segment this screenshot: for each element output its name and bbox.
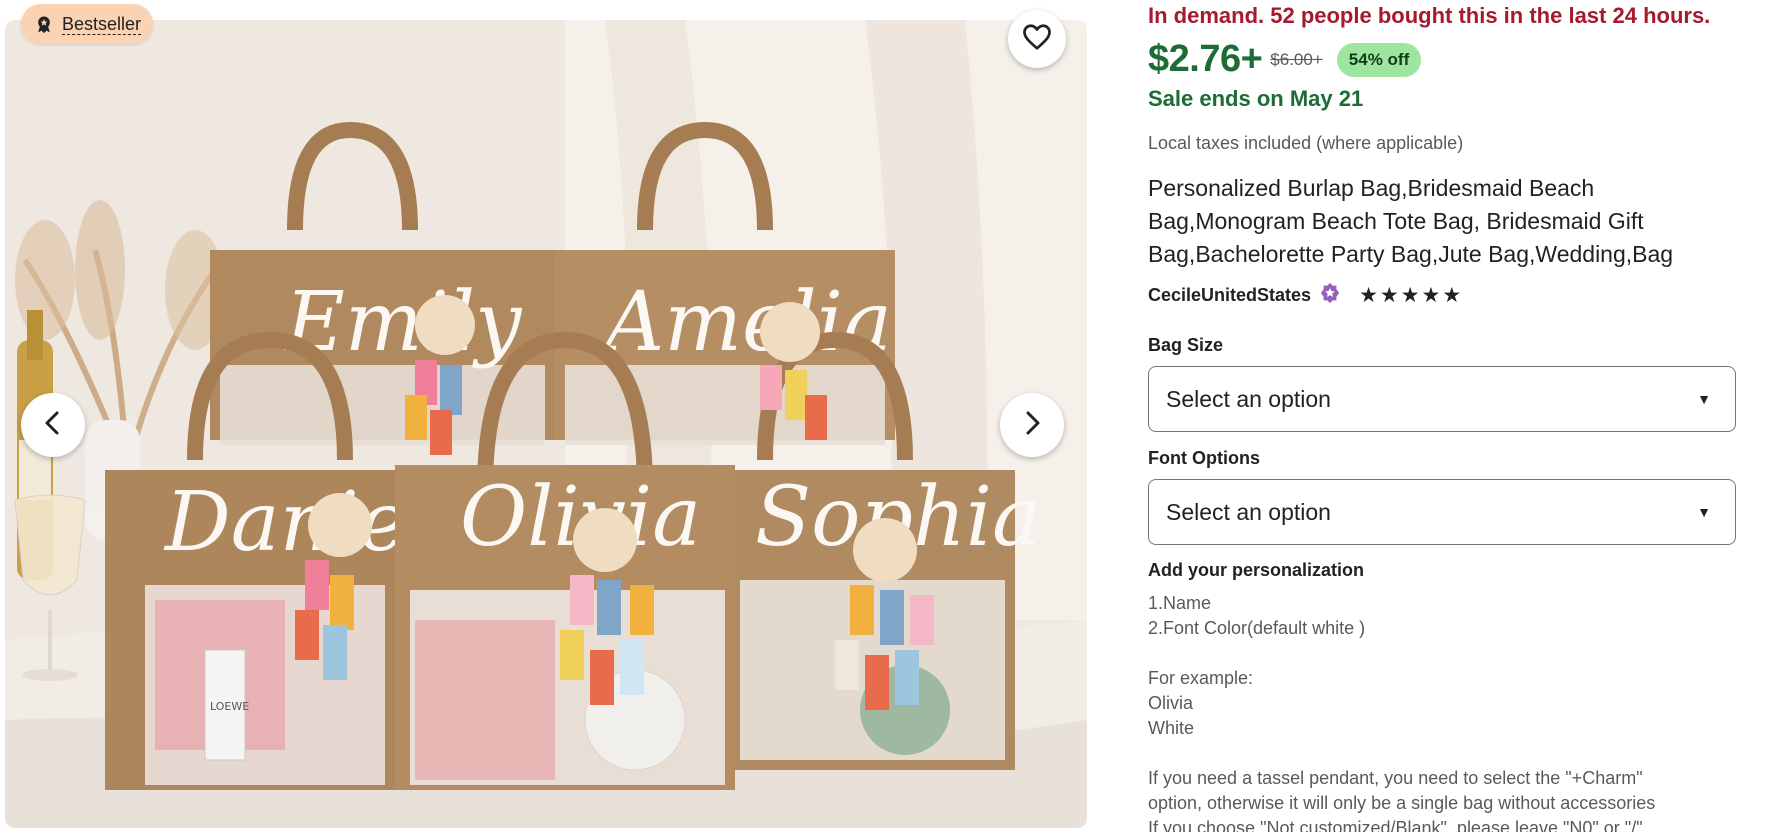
instruction-line xyxy=(1148,741,1738,766)
perfume-label: LOEWE xyxy=(210,700,249,713)
shop-rating-stars[interactable]: ★ ★ ★ ★ ★ xyxy=(1359,285,1461,306)
bag-size-select[interactable]: Select an option ▼ xyxy=(1148,366,1736,432)
personalization-instructions: 1.Name 2.Font Color(default white ) For … xyxy=(1148,591,1738,832)
original-price: $6.00+ xyxy=(1270,49,1323,69)
star-icon: ★ xyxy=(1359,284,1378,307)
favorite-button[interactable] xyxy=(1008,10,1066,68)
bag-name-text: Daniel xyxy=(163,475,433,570)
chevron-left-icon xyxy=(42,410,64,441)
image-gallery: Emily Amelia LOEWE Daniel Sophia Olivia … xyxy=(0,0,1100,832)
price-row: $2.76+ $6.00+ 54% off xyxy=(1148,38,1422,81)
sale-end-date: Sale ends on May 21 xyxy=(1148,86,1364,111)
star-icon: ★ xyxy=(1379,284,1399,307)
shop-info: CecileUnitedStates ★ ★ ★ ★ ★ xyxy=(1148,282,1461,309)
product-photo[interactable]: Emily Amelia LOEWE Daniel Sophia Olivia xyxy=(5,20,1087,828)
instruction-line: 1.Name xyxy=(1148,593,1212,613)
star-icon: ★ xyxy=(1400,284,1420,307)
bag-size-value: Select an option xyxy=(1166,385,1331,412)
caret-down-icon: ▼ xyxy=(1697,504,1711,520)
demand-message: In demand. 52 people bought this in the … xyxy=(1148,3,1711,28)
instruction-line: 2.Font Color(default white ) xyxy=(1148,618,1366,638)
instruction-line: If you choose "Not customized/Blank", pl… xyxy=(1148,818,1643,832)
product-photo-illustration: Emily Amelia LOEWE Daniel Sophia Olivia xyxy=(5,20,1087,828)
bag-size-label: Bag Size xyxy=(1148,335,1224,355)
taxes-note: Local taxes included (where applicable) xyxy=(1148,133,1464,153)
caret-down-icon: ▼ xyxy=(1697,391,1711,407)
award-icon xyxy=(33,13,55,35)
bestseller-badge[interactable]: Bestseller xyxy=(21,4,154,44)
instruction-line: Olivia xyxy=(1148,693,1194,713)
instruction-line: option, otherwise it will only be a sing… xyxy=(1148,793,1656,813)
font-options-select[interactable]: Select an option ▼ xyxy=(1148,479,1736,545)
star-icon: ★ xyxy=(1442,284,1462,307)
star-icon: ★ xyxy=(1421,284,1441,307)
sale-price: $2.76+ xyxy=(1148,38,1263,80)
instruction-line: White xyxy=(1148,718,1195,738)
chevron-right-icon xyxy=(1021,410,1043,441)
font-options-value: Select an option xyxy=(1166,498,1331,525)
discount-badge: 54% off xyxy=(1336,42,1422,77)
listing-title: Personalized Burlap Bag,Bridesmaid Beach… xyxy=(1148,175,1674,267)
next-image-button[interactable] xyxy=(1000,393,1064,457)
previous-image-button[interactable] xyxy=(21,393,85,457)
personalization-label: Add your personalization xyxy=(1148,560,1365,580)
star-seller-icon xyxy=(1319,282,1341,309)
font-options-label: Font Options xyxy=(1148,448,1260,468)
bag-name-text: Amelia xyxy=(598,275,892,370)
instruction-line xyxy=(1148,641,1738,666)
heart-outline-icon xyxy=(1022,23,1052,56)
bestseller-label: Bestseller xyxy=(62,13,142,35)
shop-name-link[interactable]: CecileUnitedStates xyxy=(1148,285,1311,306)
instruction-line: For example: xyxy=(1148,668,1254,688)
instruction-line: If you need a tassel pendant, you need t… xyxy=(1148,768,1643,788)
